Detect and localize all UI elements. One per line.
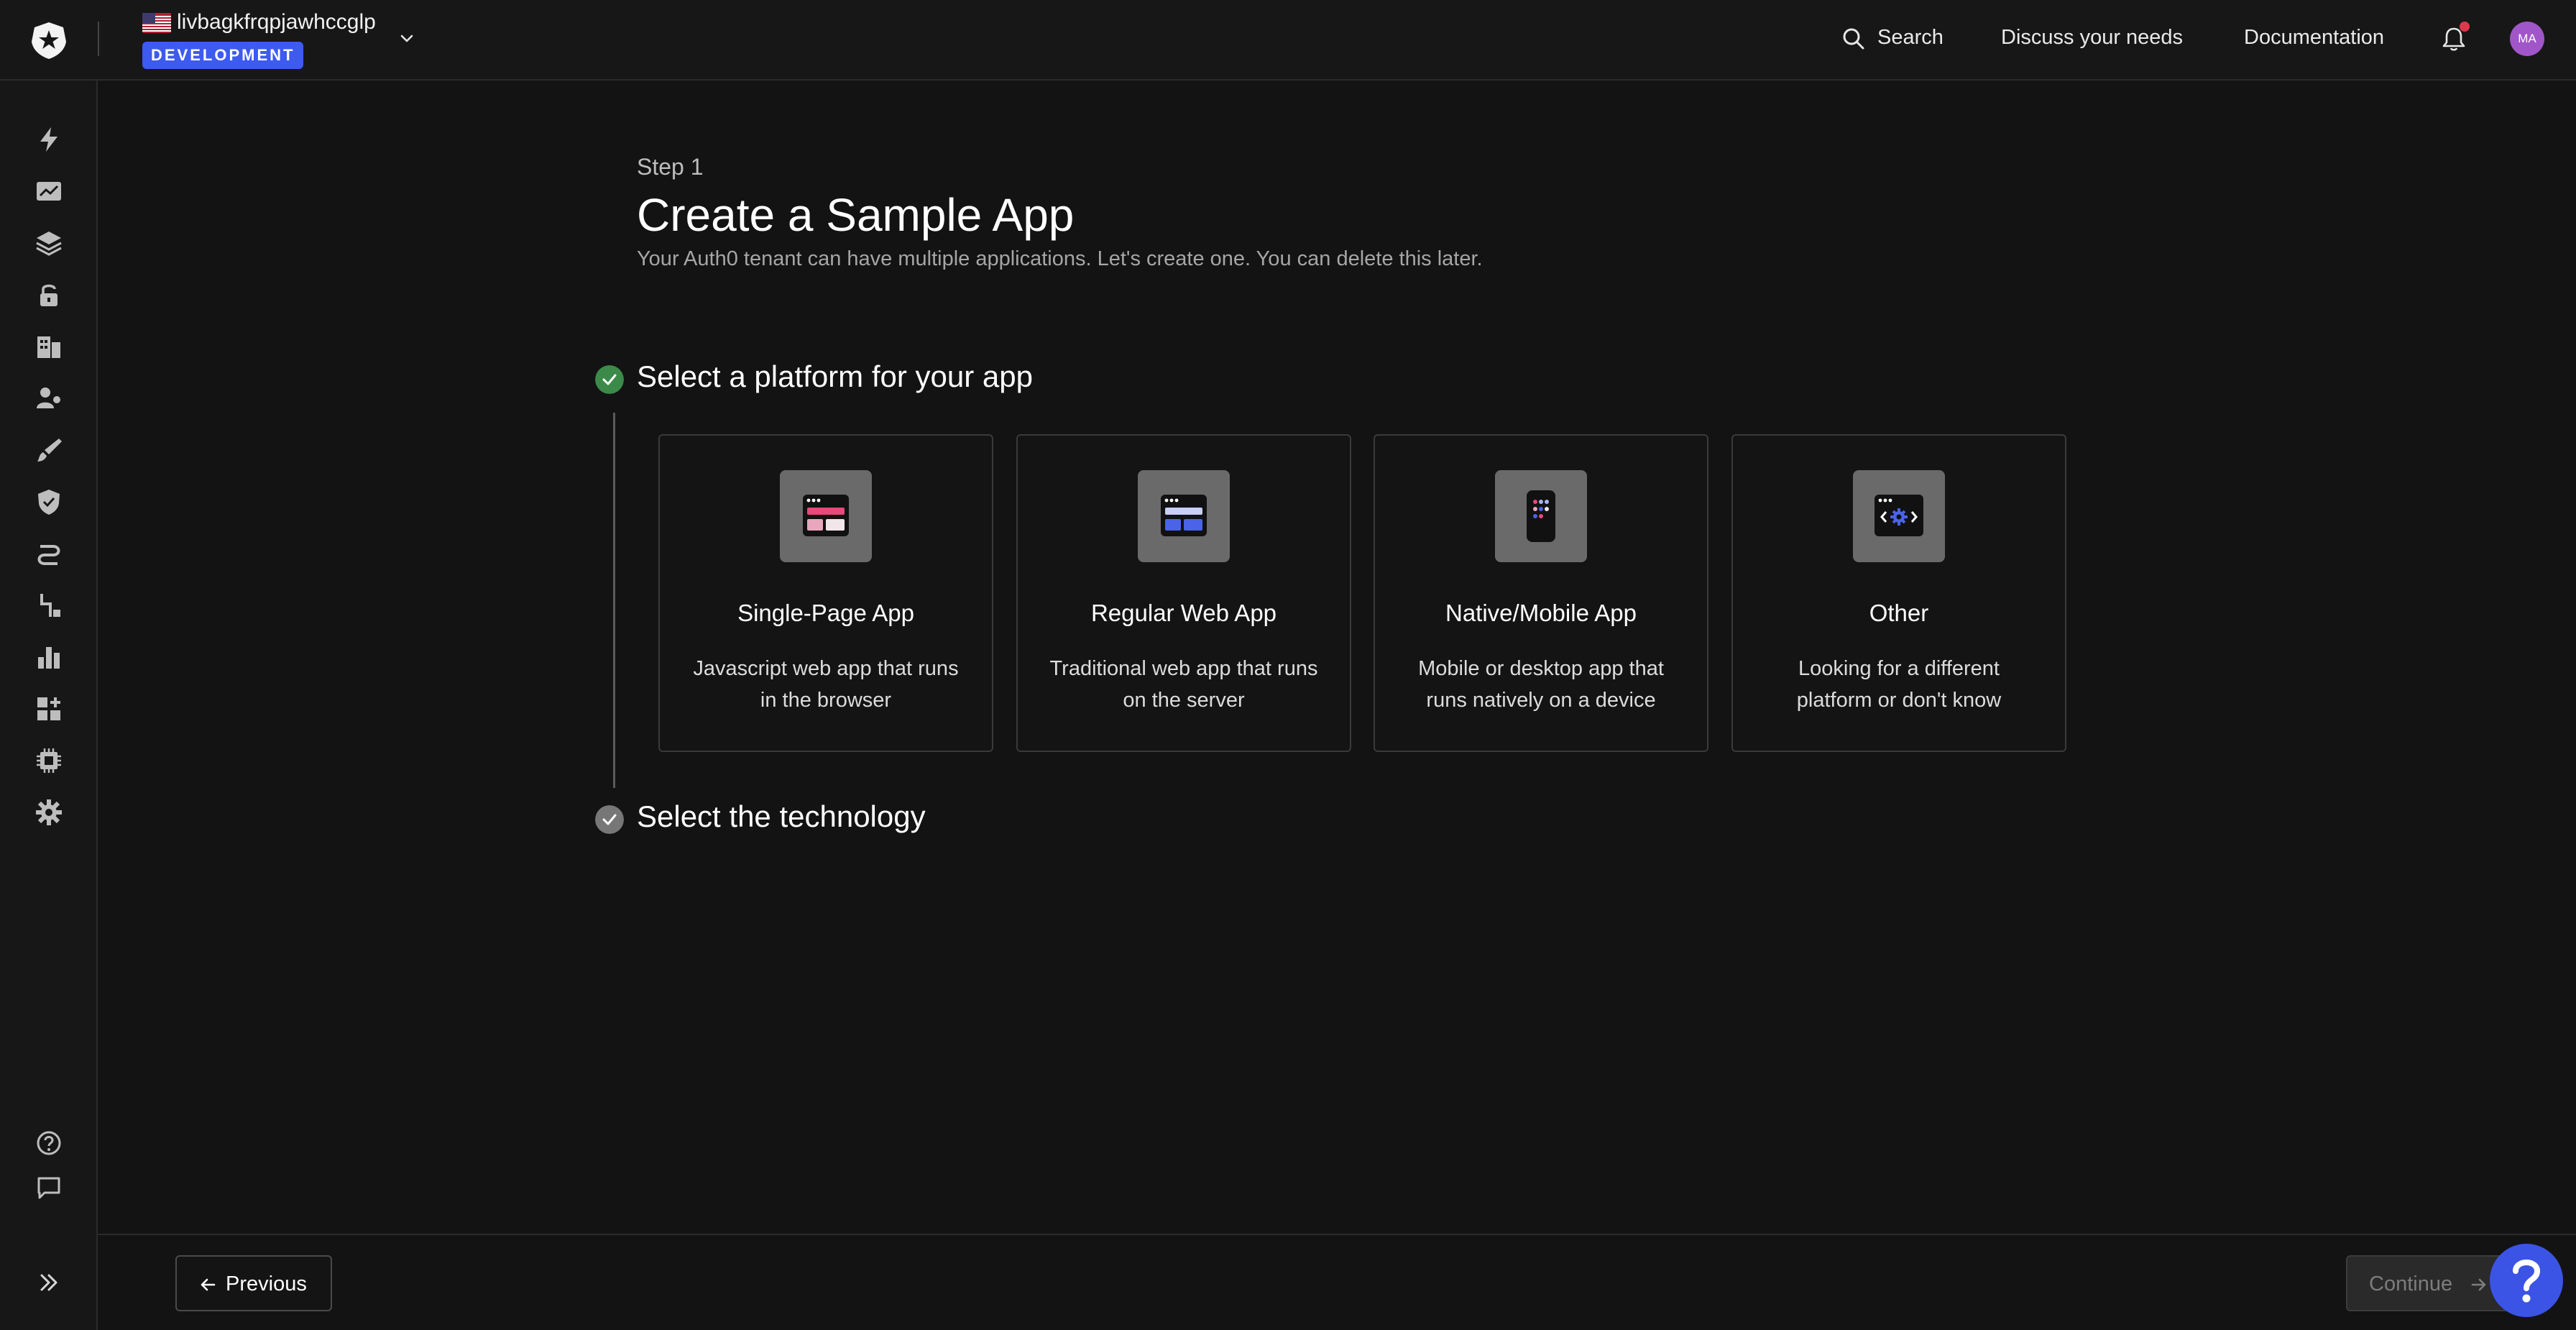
feedback-icon[interactable] xyxy=(33,1172,65,1203)
search-icon[interactable] xyxy=(1841,27,1866,51)
brush-icon[interactable] xyxy=(33,434,65,466)
section-title-technology: Select the technology xyxy=(637,799,926,833)
mobile-app-icon xyxy=(1495,470,1587,562)
auth0-logo-icon[interactable] xyxy=(29,20,69,60)
card-description: Looking for a different platform or don'… xyxy=(1796,657,2002,712)
code-gear-icon xyxy=(1853,470,1945,562)
help-chat-button[interactable] xyxy=(2490,1244,2563,1317)
web-app-icon xyxy=(1138,470,1230,562)
card-title: Native/Mobile App xyxy=(1445,600,1637,626)
organizations-icon[interactable] xyxy=(33,331,65,362)
continue-label: Continue xyxy=(2369,1272,2453,1295)
discuss-needs-link[interactable]: Discuss your needs xyxy=(2001,26,2183,50)
card-title: Regular Web App xyxy=(1090,600,1277,626)
section-title-platform: Select a platform for your app xyxy=(637,359,1033,393)
spa-icon xyxy=(780,470,872,562)
card-title: Other xyxy=(1869,600,1929,626)
help-icon[interactable] xyxy=(33,1127,65,1159)
previous-button[interactable]: Previous xyxy=(175,1255,332,1311)
environment-badge: DEVELOPMENT xyxy=(142,42,304,69)
card-description: Traditional web app that runs on the ser… xyxy=(1049,657,1318,712)
step-timeline-line xyxy=(613,413,615,788)
platform-card-native[interactable]: Native/Mobile App Mobile or desktop app … xyxy=(1374,434,1708,752)
layers-icon[interactable] xyxy=(33,227,65,259)
arrow-left-icon xyxy=(201,1278,216,1291)
continue-button[interactable]: Continue xyxy=(2346,1255,2510,1311)
marketplace-icon[interactable] xyxy=(33,693,65,725)
documentation-link[interactable]: Documentation xyxy=(2244,26,2384,50)
bolt-icon[interactable] xyxy=(33,124,65,155)
platform-card-other[interactable]: Other Looking for a different platform o… xyxy=(1731,434,2066,752)
page-subtitle: Your Auth0 tenant can have multiple appl… xyxy=(637,247,1483,270)
shield-icon[interactable] xyxy=(33,486,65,518)
chip-icon[interactable] xyxy=(33,745,65,776)
users-icon[interactable] xyxy=(33,382,65,414)
us-flag-icon xyxy=(142,13,171,33)
wizard-footer xyxy=(98,1234,2576,1330)
avatar[interactable]: MA xyxy=(2510,22,2544,56)
question-mark-icon xyxy=(2513,1260,2541,1303)
notification-dot xyxy=(2460,22,2470,32)
search-button[interactable]: Search xyxy=(1877,26,1944,50)
gear-icon[interactable] xyxy=(33,797,65,828)
lock-icon[interactable] xyxy=(33,279,65,311)
card-description: Javascript web app that runs in the brow… xyxy=(693,657,959,712)
previous-label: Previous xyxy=(226,1272,307,1295)
page-title: Create a Sample App xyxy=(637,189,1075,241)
tenant-name[interactable]: livbagkfrqpjawhccglp xyxy=(177,10,376,35)
card-title: Single-Page App xyxy=(737,600,914,626)
card-description: Mobile or desktop app that runs natively… xyxy=(1418,657,1664,712)
expand-sidebar-icon[interactable] xyxy=(34,1268,63,1297)
topbar-divider xyxy=(98,22,99,56)
activity-icon[interactable] xyxy=(33,175,65,207)
step-label: Step 1 xyxy=(637,154,704,180)
extensions-icon[interactable] xyxy=(33,590,65,621)
pipeline-icon[interactable] xyxy=(33,538,65,569)
step-complete-check-icon xyxy=(595,365,624,394)
arrow-right-icon xyxy=(2471,1278,2486,1291)
step-pending-check-icon xyxy=(595,805,624,834)
top-bar: livbagkfrqpjawhccglp DEVELOPMENT Search … xyxy=(0,0,2576,81)
sidebar xyxy=(0,81,98,1330)
platform-card-regular-web[interactable]: Regular Web App Traditional web app that… xyxy=(1016,434,1351,752)
chart-icon[interactable] xyxy=(33,641,65,673)
chevron-down-icon[interactable] xyxy=(397,29,417,49)
platform-card-spa[interactable]: Single-Page App Javascript web app that … xyxy=(658,434,993,752)
